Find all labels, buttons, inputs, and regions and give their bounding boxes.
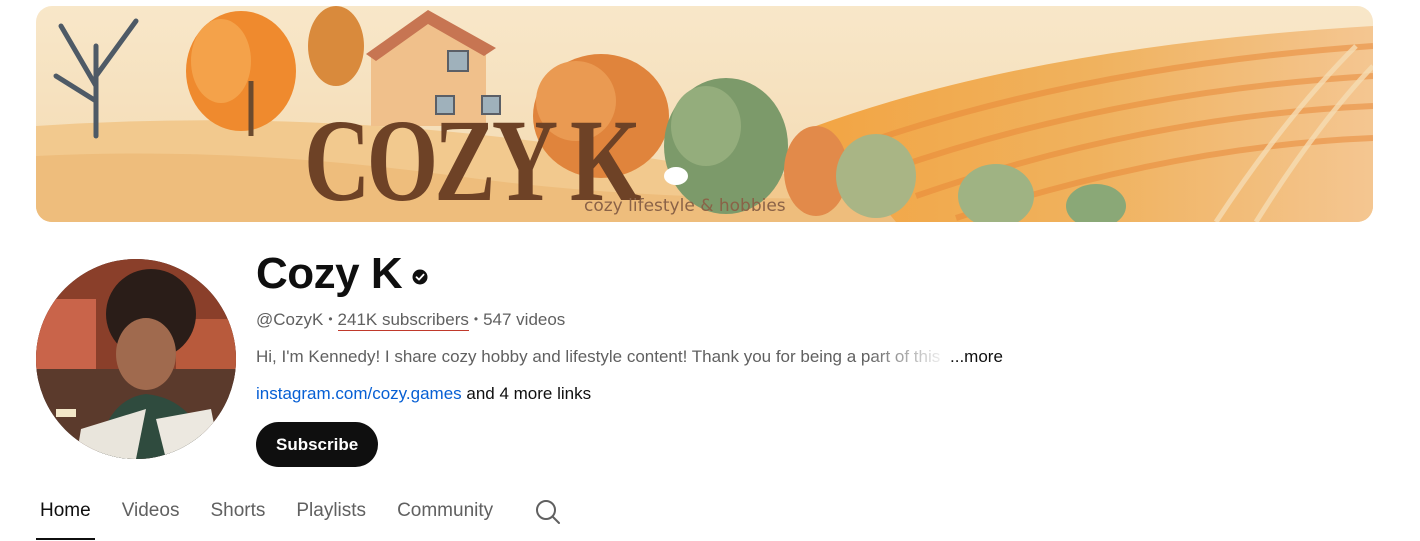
channel-tabs: Home Videos Shorts Playlists Community bbox=[36, 488, 562, 540]
instagram-link[interactable]: instagram.com/cozy.games bbox=[256, 384, 462, 403]
tab-playlists[interactable]: Playlists bbox=[292, 488, 370, 540]
channel-title-row: Cozy K bbox=[256, 248, 428, 300]
channel-description[interactable]: Hi, I'm Kennedy! I share cozy hobby and … bbox=[256, 347, 1003, 367]
banner-tagline: cozy lifestyle & hobbies bbox=[584, 196, 786, 216]
channel-banner: COZY K cozy lifestyle & hobbies bbox=[36, 6, 1373, 222]
channel-handle: @CozyK bbox=[256, 310, 324, 329]
tab-shorts[interactable]: Shorts bbox=[206, 488, 269, 540]
meta-separator: • bbox=[328, 312, 333, 326]
channel-meta: @CozyK • 241K subscribers • 547 videos bbox=[256, 310, 566, 331]
search-icon[interactable] bbox=[534, 498, 562, 526]
tab-community[interactable]: Community bbox=[393, 488, 497, 540]
channel-avatar[interactable] bbox=[36, 259, 236, 459]
more-links-button[interactable]: and 4 more links bbox=[462, 384, 591, 403]
channel-name: Cozy K bbox=[256, 249, 403, 298]
channel-links: instagram.com/cozy.games and 4 more link… bbox=[256, 384, 591, 404]
tab-videos[interactable]: Videos bbox=[118, 488, 184, 540]
avatar-image bbox=[36, 259, 236, 459]
tab-home[interactable]: Home bbox=[36, 488, 95, 540]
subscriber-count: 241K subscribers bbox=[337, 310, 469, 331]
description-more-button[interactable]: ...more bbox=[950, 347, 1003, 367]
verified-check-icon bbox=[412, 269, 428, 285]
subscribe-button[interactable]: Subscribe bbox=[256, 422, 379, 467]
description-text: Hi, I'm Kennedy! I share cozy hobby and … bbox=[256, 347, 941, 366]
banner-illustration bbox=[36, 6, 1373, 222]
video-count: 547 videos bbox=[483, 310, 566, 329]
meta-separator: • bbox=[473, 312, 479, 326]
